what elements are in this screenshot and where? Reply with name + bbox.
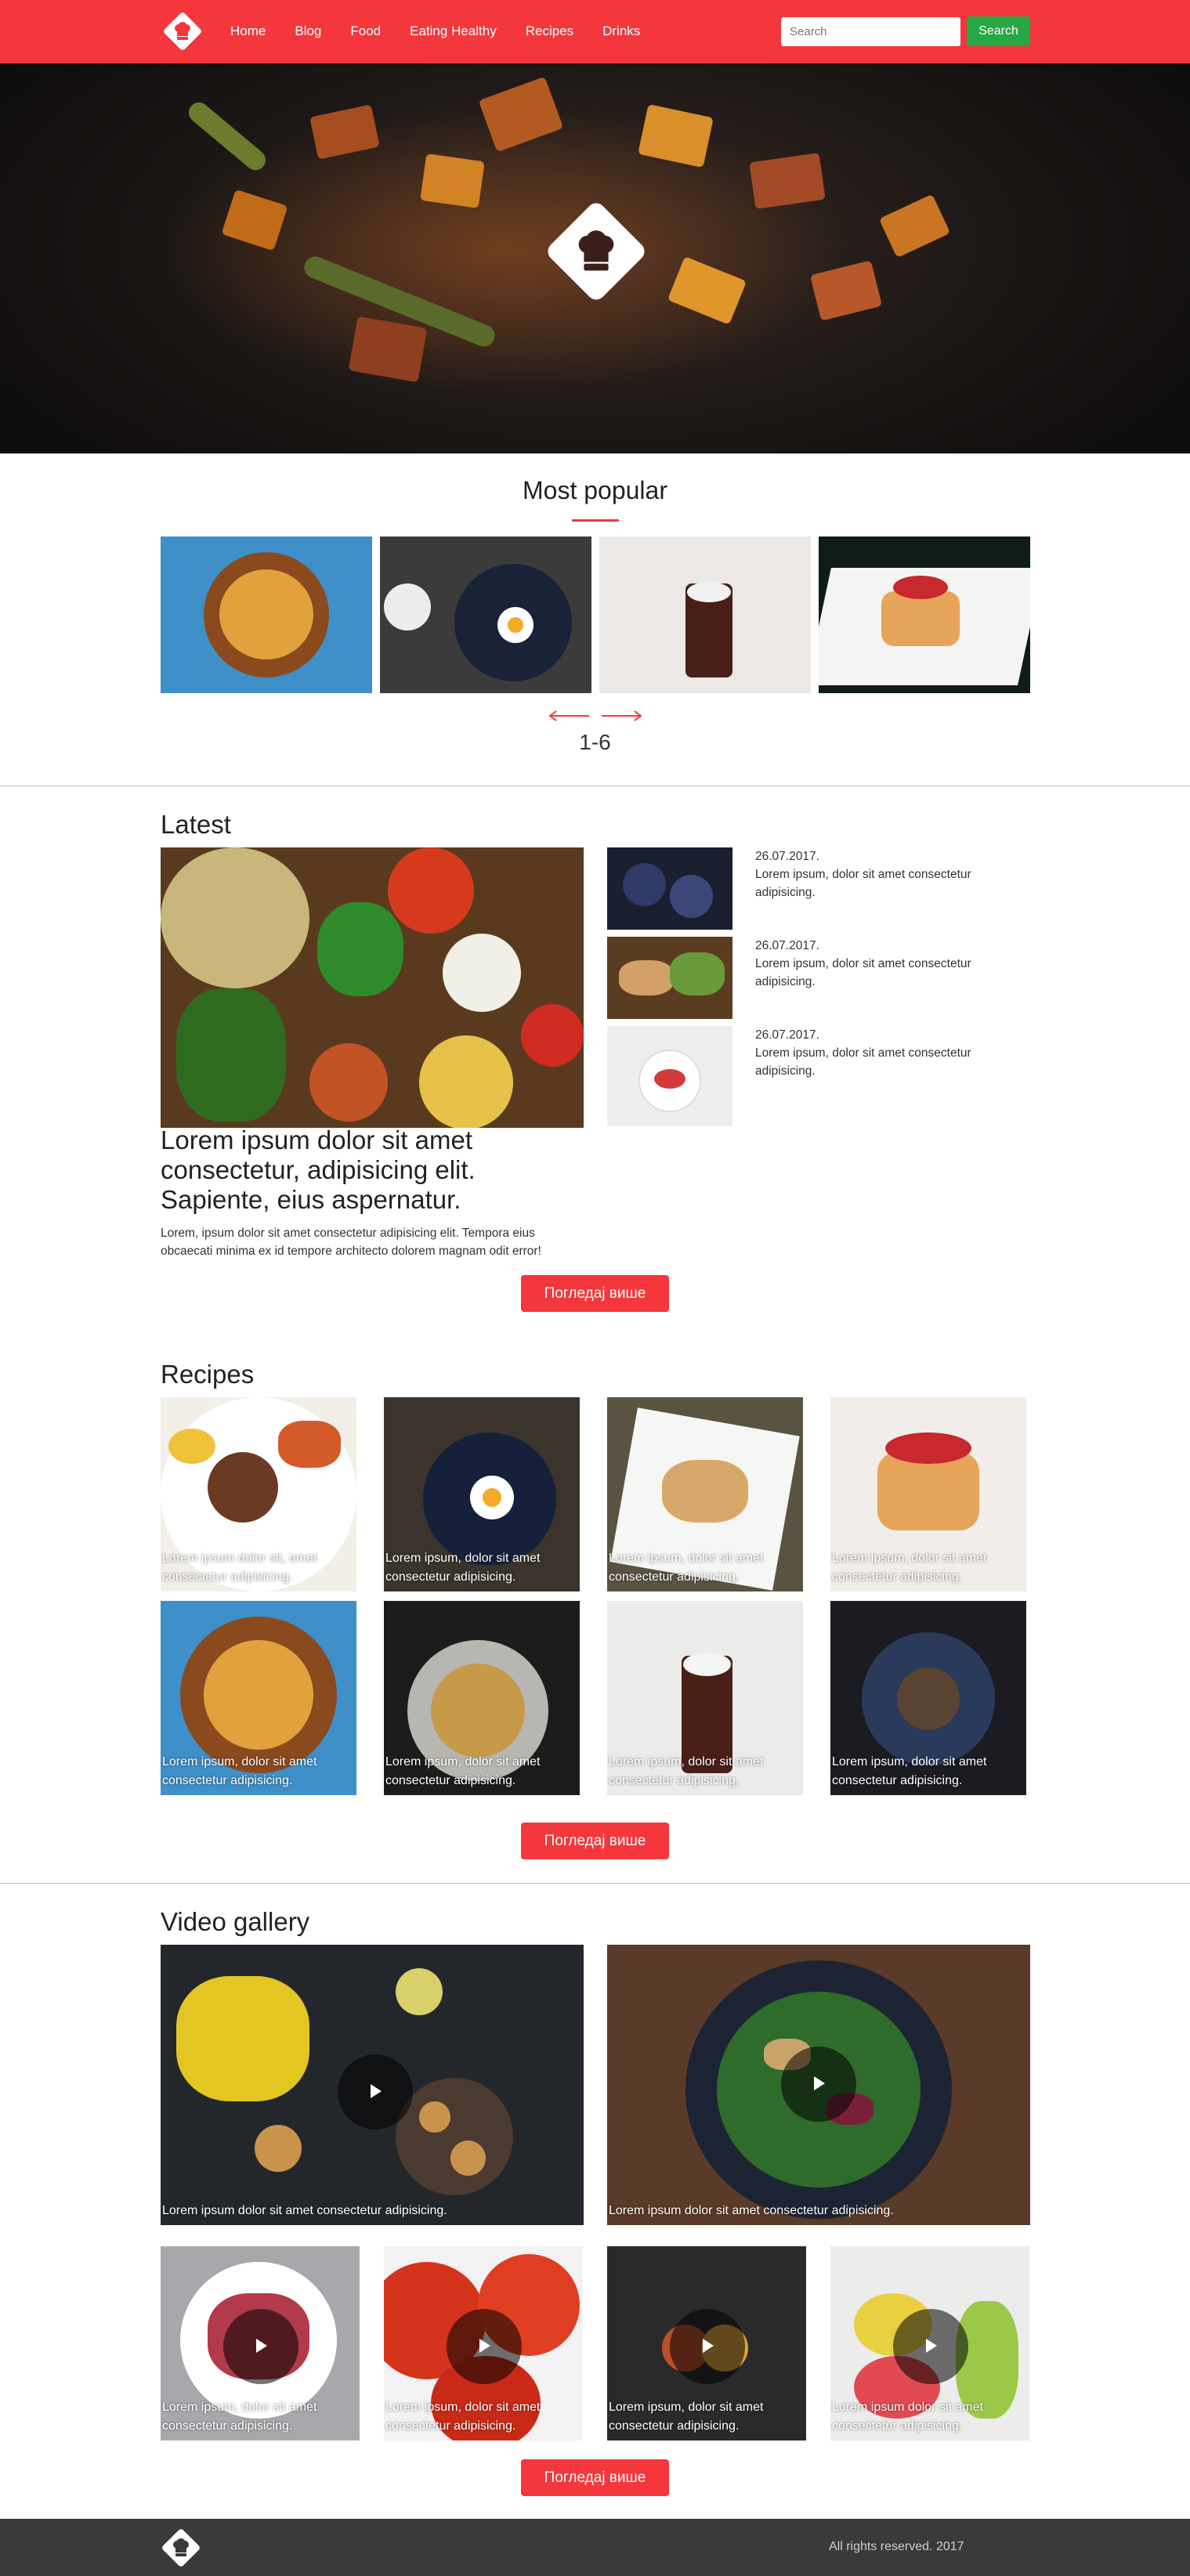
latest-side-image-2[interactable] [607,937,732,1019]
side-item-date: 26.07.2017. [755,939,819,952]
latest-side-item-3[interactable]: 26.07.2017. Lorem ipsum, dolor sit amet … [755,1026,1006,1080]
search-input[interactable] [781,17,960,46]
side-item-date: 26.07.2017. [755,850,819,863]
nav-eating-healthy[interactable]: Eating Healthy [410,22,497,41]
nav-blog[interactable]: Blog [295,22,321,41]
arrow-left-icon[interactable] [548,710,589,721]
latest-heading[interactable]: Lorem ipsum dolor sit amet consectetur, … [161,1125,584,1215]
latest-more-button[interactable]: Погледај више [521,1275,669,1312]
recipe-caption: Lorem ipsum, dolor sit amet consectetur … [162,1755,317,1787]
video-card-4[interactable]: Lorem ipsum, dolor sit amet consectetur … [384,2246,583,2441]
search-button[interactable]: Search [967,16,1030,46]
play-button[interactable] [781,2047,856,2122]
play-icon [703,2339,714,2353]
play-icon [814,2076,825,2090]
recipe-caption: Lorem ipsum, dolor sit amet consectetur … [832,1755,987,1787]
recipe-caption: Lorem ipsum dolor sit, amet consectetur … [162,1552,317,1584]
recipe-card-8[interactable]: Lorem ipsum, dolor sit amet consectetur … [830,1601,1026,1795]
latest-main-image[interactable] [161,847,584,1128]
copyright-text: All rights reserved. 2017 [829,2540,964,2553]
nav-food[interactable]: Food [350,22,381,41]
popular-image-2[interactable] [380,537,591,693]
most-popular-title: Most popular [523,476,667,504]
recipe-caption: Lorem ipsum, dolor sit amet consectetur … [385,1755,541,1787]
popular-image-3[interactable] [599,537,811,693]
recipe-card-6[interactable]: Lorem ipsum, dolor sit amet consectetur … [384,1601,580,1795]
carousel-arrows [548,710,642,721]
play-icon [371,2084,382,2098]
recipe-card-7[interactable]: Lorem ipsum, dolor sit amet consectetur … [607,1601,803,1795]
video-caption: Lorem ipsum dolor sit amet consectetur a… [609,2204,894,2217]
latest-side-image-3[interactable] [607,1026,732,1126]
recipe-caption: Lorem ipsum, dolor sit amet consectetur … [609,1755,764,1787]
video-gallery-title: Video gallery [161,1907,310,1936]
recipe-card-5[interactable]: Lorem ipsum, dolor sit amet consectetur … [161,1601,356,1795]
recipe-caption: Lorem ipsum, dolor sit amet consectetur … [832,1552,987,1584]
recipes-more-button[interactable]: Погледај више [521,1823,669,1859]
video-more-button[interactable]: Погледај више [521,2459,669,2496]
chef-hat-icon [578,230,614,271]
hero-logo [544,199,649,304]
recipe-card-4[interactable]: Lorem ipsum, dolor sit amet consectetur … [830,1397,1026,1591]
latest-side-image-1[interactable] [607,847,732,930]
top-navbar: Home Blog Food Eating Healthy Recipes Dr… [0,0,1190,63]
play-button[interactable] [338,2054,413,2130]
hero-banner [0,63,1190,453]
side-item-text: Lorem ipsum, dolor sit amet consectetur … [755,868,971,899]
nav-recipes[interactable]: Recipes [526,22,573,41]
video-caption: Lorem ipsum, dolor sit amet consectetur … [609,2401,764,2433]
video-card-6[interactable]: Lorem ipsum dolor sit amet consectetur a… [830,2246,1029,2441]
video-card-5[interactable]: Lorem ipsum, dolor sit amet consectetur … [607,2246,806,2441]
latest-side-item-1[interactable]: 26.07.2017. Lorem ipsum, dolor sit amet … [755,847,1006,901]
section-divider [0,1883,1190,1884]
video-caption: Lorem ipsum, dolor sit amet consectetur … [162,2401,317,2433]
side-item-text: Lorem ipsum, dolor sit amet consectetur … [755,957,971,988]
video-card-2[interactable]: Lorem ipsum dolor sit amet consectetur a… [607,1945,1030,2225]
video-card-1[interactable]: Lorem ipsum dolor sit amet consectetur a… [161,1945,584,2225]
popular-image-1[interactable] [161,537,372,693]
video-card-3[interactable]: Lorem ipsum, dolor sit amet consectetur … [161,2246,360,2441]
recipe-card-3[interactable]: Lorem ipsum, dolor sit amet consectetur … [607,1397,803,1591]
video-caption: Lorem ipsum dolor sit amet consectetur a… [162,2204,447,2217]
latest-title: Latest [161,810,231,839]
side-item-text: Lorem ipsum, dolor sit amet consectetur … [755,1046,971,1078]
arrow-right-icon[interactable] [602,710,642,721]
main-menu: Home Blog Food Eating Healthy Recipes Dr… [230,22,669,41]
site-logo[interactable] [162,11,203,52]
chef-hat-icon [173,2538,189,2556]
recipes-title: Recipes [161,1360,255,1389]
chef-hat-icon [175,22,190,40]
footer-logo[interactable] [161,2527,201,2568]
latest-description: Lorem, ipsum dolor sit amet consectetur … [161,1227,541,1258]
nav-home[interactable]: Home [230,22,266,41]
video-caption: Lorem ipsum, dolor sit amet consectetur … [385,2401,541,2433]
latest-side-item-2[interactable]: 26.07.2017. Lorem ipsum, dolor sit amet … [755,937,1006,991]
play-icon [479,2339,490,2353]
video-caption: Lorem ipsum dolor sit amet consectetur a… [832,2401,983,2433]
play-button[interactable] [447,2309,522,2384]
recipe-card-1[interactable]: Lorem ipsum dolor sit, amet consectetur … [161,1397,356,1591]
page-footer: All rights reserved. 2017 [0,2519,1190,2576]
nav-drinks[interactable]: Drinks [602,22,640,41]
carousel-pager: 1-6 [579,730,611,754]
play-button[interactable] [670,2309,745,2384]
popular-image-4[interactable] [819,537,1030,693]
play-button[interactable] [223,2309,298,2384]
recipe-caption: Lorem ipsum, dolor sit amet consectetur … [609,1552,764,1584]
play-button[interactable] [893,2309,968,2384]
play-icon [256,2339,267,2353]
recipe-caption: Lorem ipsum, dolor sit amet consectetur … [385,1552,541,1584]
recipe-card-2[interactable]: Lorem ipsum, dolor sit amet consectetur … [384,1397,580,1591]
play-icon [926,2339,937,2353]
side-item-date: 26.07.2017. [755,1028,819,1042]
title-underline [572,519,619,522]
